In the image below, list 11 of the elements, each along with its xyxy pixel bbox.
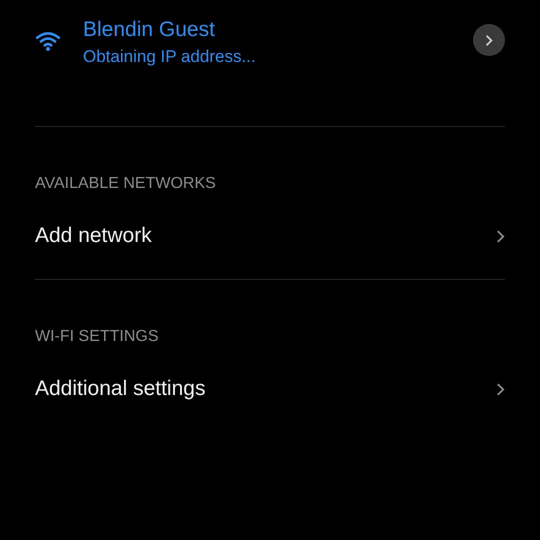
settings-item[interactable]: Add network	[35, 224, 152, 248]
chevron-icon	[496, 382, 505, 396]
section-header: AVAILABLE NETWORKS	[35, 175, 217, 193]
section-header: WI-FI SETTINGS	[35, 328, 160, 346]
network-status: Obtaining IP address...	[83, 46, 257, 66]
details-button[interactable]	[473, 24, 505, 56]
wifi-icon	[35, 30, 61, 52]
network-name[interactable]: Blendin Guest	[83, 18, 473, 42]
chevron-icon	[496, 228, 505, 244]
chevron-icon	[485, 34, 493, 46]
settings-item[interactable]: Additional settings	[35, 377, 206, 401]
